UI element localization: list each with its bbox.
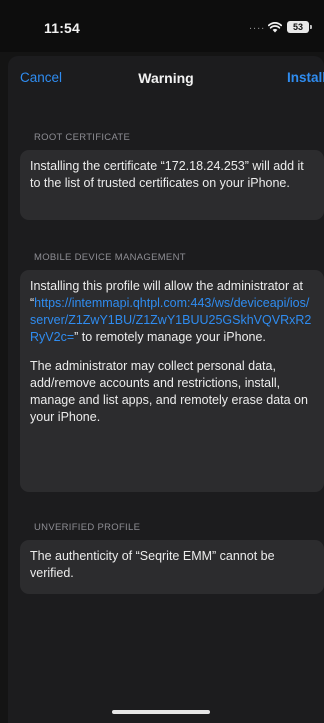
mdm-text-after-link: ” to remotely manage your iPhone. [74, 330, 266, 344]
mdm-text: Installing this profile will allow the a… [30, 278, 314, 346]
unverified-profile-card: The authenticity of “Seqrite EMM” cannot… [20, 540, 324, 594]
device-screen: 11:54 .... 53 Cancel Warning Install ROO… [0, 0, 324, 723]
status-time: 11:54 [44, 20, 81, 36]
root-certificate-header: ROOT CERTIFICATE [34, 132, 131, 143]
mdm-permissions-text: The administrator may collect personal d… [30, 359, 308, 424]
status-bar: 11:54 .... 53 [0, 0, 324, 52]
mdm-header: MOBILE DEVICE MANAGEMENT [34, 252, 186, 263]
root-certificate-card: Installing the certificate “172.18.24.25… [20, 150, 324, 220]
unverified-profile-header: UNVERIFIED PROFILE [34, 522, 141, 533]
page-title: Warning [138, 70, 194, 86]
home-indicator[interactable] [112, 710, 210, 714]
install-button[interactable]: Install [287, 70, 324, 85]
mdm-card: Installing this profile will allow the a… [20, 270, 324, 492]
battery-icon: 53 [287, 21, 312, 33]
warning-sheet: Cancel Warning Install ROOT CERTIFICATE … [8, 56, 324, 723]
root-certificate-text: Installing the certificate “172.18.24.25… [30, 159, 304, 190]
cellular-signal-icon: .... [249, 20, 266, 32]
unverified-profile-text: The authenticity of “Seqrite EMM” cannot… [30, 549, 275, 580]
navigation-bar: Cancel Warning Install [8, 56, 324, 100]
wifi-icon [268, 22, 282, 33]
